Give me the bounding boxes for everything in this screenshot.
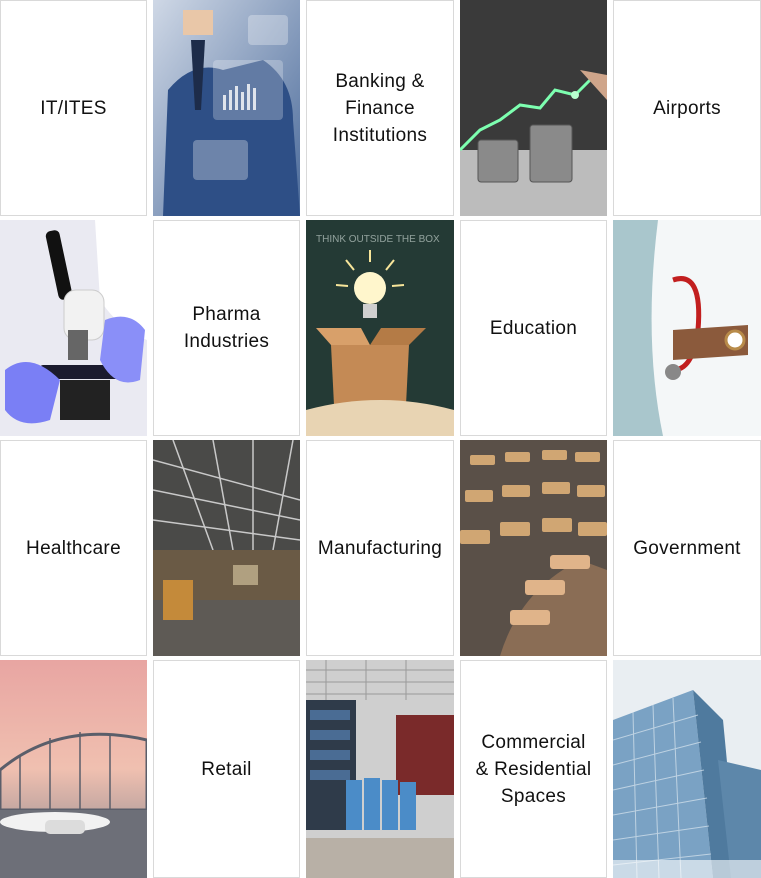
industry-label: IT/ITES — [40, 97, 107, 119]
coins-growth-photo-icon — [460, 0, 607, 216]
industry-label: Retail — [201, 758, 252, 780]
industry-label: Education — [489, 317, 578, 339]
industry-label: Pharma Industries — [183, 304, 270, 352]
parliament-chamber-photo-icon — [460, 440, 607, 656]
doctor-stethoscope-photo-icon — [613, 220, 761, 436]
industry-tile-education[interactable]: Education — [460, 220, 607, 436]
industry-label: Airports — [653, 97, 721, 119]
industry-label: Commercial & Residential Spaces — [475, 731, 592, 807]
office-building-photo-icon — [613, 660, 761, 878]
industry-tile-healthcare[interactable]: Healthcare — [0, 440, 147, 656]
industry-tile-banking[interactable]: Banking & Finance Institutions — [306, 0, 454, 216]
svg-text:THINK OUTSIDE THE BOX: THINK OUTSIDE THE BOX — [316, 234, 440, 245]
industry-tile-commercial-residential[interactable]: Commercial & Residential Spaces — [460, 660, 607, 878]
industry-tile-manufacturing[interactable]: Manufacturing — [306, 440, 454, 656]
industry-label: Banking & Finance Institutions — [332, 70, 428, 146]
industry-tile-airports[interactable]: Airports — [613, 0, 761, 216]
industry-tile-government[interactable]: Government — [613, 440, 761, 656]
industry-label: Healthcare — [26, 537, 121, 559]
industry-tile-pharma[interactable]: Pharma Industries — [153, 220, 300, 436]
lightbulb-box-photo-icon: THINK OUTSIDE THE BOX — [306, 220, 454, 436]
industries-grid: IT/ITES Banking & Finance Institutions A… — [0, 0, 761, 878]
clothing-store-photo-icon — [306, 660, 454, 878]
industry-tile-it-ites[interactable]: IT/ITES — [0, 0, 147, 216]
airport-airplane-photo-icon — [0, 660, 147, 878]
business-tech-photo-icon — [153, 0, 300, 216]
industry-label: Manufacturing — [317, 537, 443, 559]
microscope-photo-icon — [0, 220, 147, 436]
factory-warehouse-photo-icon — [153, 440, 300, 656]
industry-tile-retail[interactable]: Retail — [153, 660, 300, 878]
industry-label: Government — [633, 537, 741, 559]
